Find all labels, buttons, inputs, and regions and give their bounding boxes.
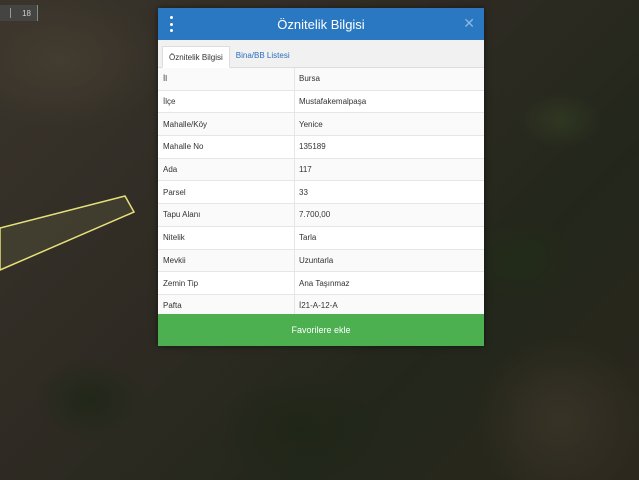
attr-value: Bursa bbox=[294, 68, 484, 91]
attr-value: Uzuntarla bbox=[294, 249, 484, 273]
table-row: Mahalle/Köy Yenice bbox=[158, 112, 484, 137]
attribute-dialog: Öznitelik Bilgisi ✕ Öznitelik Bilgisi Bi… bbox=[158, 8, 484, 346]
table-row: Zemin Tip Ana Taşınmaz bbox=[158, 271, 484, 295]
attr-value: 117 bbox=[294, 158, 484, 182]
attr-key: Parsel bbox=[158, 180, 295, 205]
map-scale-bar: 18 bbox=[0, 5, 38, 21]
add-to-favorites-button[interactable]: Favorilere ekle bbox=[158, 314, 484, 346]
table-row: Nitelik Tarla bbox=[158, 226, 484, 250]
attr-value: Tarla bbox=[294, 226, 484, 250]
attr-key: Mahalle No bbox=[158, 135, 295, 159]
scale-tick bbox=[10, 8, 11, 18]
attribute-table: İl Bursa İlçe Mustafakemalpaşa Mahalle/Köy… bbox=[158, 68, 484, 318]
vertical-dots-icon[interactable] bbox=[170, 16, 174, 32]
table-row: Mevkii Uzuntarla bbox=[158, 249, 484, 273]
table-row: Mahalle No 135189 bbox=[158, 135, 484, 159]
attr-key: Mahalle/Köy bbox=[158, 112, 295, 137]
attr-key: Tapu Alanı bbox=[158, 203, 295, 227]
attr-key: Mevkii bbox=[158, 249, 295, 273]
tab-bar: Öznitelik Bilgisi Bina/BB Listesi bbox=[158, 40, 484, 68]
close-icon[interactable]: ✕ bbox=[463, 15, 475, 32]
attr-key: İlçe bbox=[158, 90, 295, 114]
attr-value: 33 bbox=[294, 180, 484, 205]
dialog-header: Öznitelik Bilgisi ✕ bbox=[158, 8, 484, 40]
table-row: Ada 117 bbox=[158, 158, 484, 182]
attr-value: Mustafakemalpaşa bbox=[294, 90, 484, 114]
tab-attribute-info[interactable]: Öznitelik Bilgisi bbox=[162, 46, 230, 68]
tab-building-list[interactable]: Bina/BB Listesi bbox=[230, 45, 296, 67]
attr-key: Zemin Tip bbox=[158, 271, 295, 295]
attr-value: Yenice bbox=[294, 112, 484, 137]
scale-label: 18 bbox=[22, 8, 31, 18]
table-row: İl Bursa bbox=[158, 68, 484, 91]
attr-value: Ana Taşınmaz bbox=[294, 271, 484, 295]
attr-key: Ada bbox=[158, 158, 295, 182]
attr-key: Nitelik bbox=[158, 226, 295, 250]
attr-key: İl bbox=[158, 68, 295, 91]
table-row: İlçe Mustafakemalpaşa bbox=[158, 90, 484, 114]
table-row: Tapu Alanı 7.700,00 bbox=[158, 203, 484, 227]
attr-value: 7.700,00 bbox=[294, 203, 484, 227]
dialog-title: Öznitelik Bilgisi bbox=[277, 16, 365, 32]
table-row: Parsel 33 bbox=[158, 180, 484, 205]
attr-value: 135189 bbox=[294, 135, 484, 159]
